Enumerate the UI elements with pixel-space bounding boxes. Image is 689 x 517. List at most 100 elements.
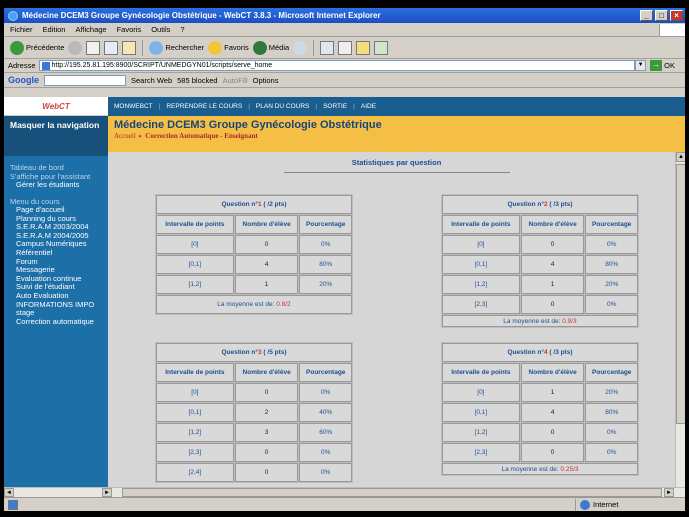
go-button[interactable]: → OK xyxy=(650,60,675,71)
vertical-scrollbar[interactable]: ▲ xyxy=(675,152,685,487)
menu-outils[interactable]: Outils xyxy=(151,25,170,34)
media-label: Média xyxy=(268,43,290,52)
nav-sortie[interactable]: SORTIE xyxy=(323,103,347,110)
breadcrumb-current: Correction Automatique - Enseignant xyxy=(145,132,258,140)
autofill-button[interactable]: AutoFill xyxy=(223,76,248,85)
menu-affichage[interactable]: Affichage xyxy=(75,25,106,34)
google-search-web-button[interactable]: Search Web xyxy=(131,76,172,85)
horizontal-scrollbar[interactable]: ◄ ► ► xyxy=(4,487,685,497)
table-row: [2,3] 0 0% xyxy=(442,443,638,462)
course-title: Médecine DCEM3 Groupe Gynécologie Obstét… xyxy=(114,119,382,131)
count-cell: 0 xyxy=(234,443,299,462)
question-prefix: Question n° xyxy=(221,201,258,208)
mean-label: La moyenne est de: xyxy=(503,317,561,325)
scroll-up-icon[interactable]: ▲ xyxy=(676,152,685,162)
count-cell: 1 xyxy=(234,275,299,294)
stop-button[interactable] xyxy=(86,40,101,55)
google-logo[interactable]: Google xyxy=(8,75,39,85)
sidebar-item[interactable]: Correction automatique xyxy=(4,317,108,327)
scroll-thumb[interactable] xyxy=(676,164,685,424)
nav-aide[interactable]: AIDE xyxy=(361,103,376,110)
count-cell: 0 xyxy=(520,443,585,462)
interval-cell: [0] xyxy=(156,235,234,254)
back-button[interactable]: Précédente xyxy=(10,40,65,55)
table-row: [0] 1 20% xyxy=(442,383,638,402)
table-row: [2,4] 0 0% xyxy=(156,463,352,482)
google-options-button[interactable]: Options xyxy=(253,76,279,85)
menu-fichier[interactable]: Fichier xyxy=(10,25,33,34)
question-prefix: Question n° xyxy=(507,201,544,208)
print-button[interactable] xyxy=(338,40,353,55)
maximize-button[interactable]: □ xyxy=(655,10,668,21)
back-label: Précédente xyxy=(26,43,65,52)
interval-cell: [1,2] xyxy=(442,423,520,442)
heading-divider xyxy=(283,172,510,173)
address-bar: Adresse http://195.25.81.195:8900/SCRIPT… xyxy=(4,59,685,73)
question-points: ( /3 pts) xyxy=(547,349,573,356)
popup-blocked-button[interactable]: 585 blocked xyxy=(177,76,217,85)
globe-icon xyxy=(580,499,590,510)
menu-edition[interactable]: Edition xyxy=(43,25,66,34)
interval-cell: [2,4] xyxy=(156,463,234,482)
address-dropdown-button[interactable]: ▼ xyxy=(635,60,647,71)
breadcrumb-home[interactable]: Accueil xyxy=(114,132,136,140)
scroll-right-icon[interactable]: ► xyxy=(102,488,112,497)
table-row: [0] 0 0% xyxy=(156,383,352,402)
address-label: Adresse xyxy=(8,61,36,70)
google-search-input[interactable] xyxy=(44,74,126,86)
folder-button[interactable] xyxy=(356,40,371,55)
scroll-left-icon[interactable]: ◄ xyxy=(4,488,14,497)
window-title: Médecine DCEM3 Groupe Gynécologie Obstét… xyxy=(22,11,381,20)
scroll-right-icon[interactable]: ► xyxy=(664,488,674,497)
toolbar-separator xyxy=(313,39,315,56)
refresh-button[interactable] xyxy=(104,40,119,55)
favorites-button[interactable]: Favoris xyxy=(208,40,249,55)
hide-navigation-link[interactable]: Masquer la navigation xyxy=(4,116,108,156)
sidebar-item[interactable]: Gérer les étudiants xyxy=(4,180,108,190)
column-header: Pourcentage xyxy=(585,215,638,234)
favorites-label: Favoris xyxy=(224,43,249,52)
percent-cell: 0% xyxy=(299,383,352,402)
mean-value: 0.25/3 xyxy=(560,465,579,473)
forward-button[interactable] xyxy=(68,40,83,55)
main-content: Médecine DCEM3 Groupe Gynécologie Obstét… xyxy=(108,116,685,487)
nav-divider: | xyxy=(315,103,318,110)
webct-logo[interactable]: WebCT xyxy=(4,97,108,116)
table-row: [2,3] 0 0% xyxy=(156,443,352,462)
interval-cell: [0,1] xyxy=(156,403,234,422)
nav-reprendre-cours[interactable]: REPRENDRE LE COURS xyxy=(166,103,242,110)
question-title: Question n°1 ( /2 pts) xyxy=(156,195,352,214)
messenger-button[interactable] xyxy=(374,40,389,55)
table-row: [1,2] 0 0% xyxy=(442,423,638,442)
table-row: [0,1] 4 80% xyxy=(442,403,638,422)
question-stats-table: Question n°1 ( /2 pts) Intervalle de poi… xyxy=(155,194,353,315)
close-button[interactable]: × xyxy=(670,10,683,21)
percent-cell: 80% xyxy=(585,255,638,274)
count-cell: 1 xyxy=(520,383,585,402)
nav-plan-cours[interactable]: PLAN DU COURS xyxy=(256,103,309,110)
minimize-button[interactable]: _ xyxy=(640,10,653,21)
menu-help[interactable]: ? xyxy=(180,25,184,34)
media-icon xyxy=(252,40,267,55)
search-button[interactable]: Rechercher xyxy=(149,40,204,55)
count-cell: 0 xyxy=(234,383,299,402)
mail-button[interactable] xyxy=(320,40,335,55)
toolbar-separator xyxy=(142,39,144,56)
webct-logo-text: WebCT xyxy=(42,101,70,111)
scroll-thumb[interactable] xyxy=(122,488,662,497)
question-stats-table: Question n°2 ( /3 pts) Intervalle de poi… xyxy=(441,194,639,328)
nav-monwebct[interactable]: MONWEBCT xyxy=(114,103,153,110)
mean-value: 0.8/2 xyxy=(276,301,291,308)
media-button[interactable]: Média xyxy=(252,40,290,55)
count-cell: 3 xyxy=(234,423,299,442)
address-input[interactable]: http://195.25.81.195:8900/SCRIPT/UNMEDGY… xyxy=(38,60,636,71)
percent-cell: 0% xyxy=(299,235,352,254)
mean-score: La moyenne est de: 0.9/3 xyxy=(442,315,638,327)
question-points: ( /2 pts) xyxy=(261,201,287,208)
mean-label: La moyenne est de: xyxy=(501,465,559,473)
webct-top-nav: WebCT MONWEBCT | REPRENDRE LE COURS | PLAN… xyxy=(4,97,685,116)
menu-favoris[interactable]: Favoris xyxy=(117,25,142,34)
status-bar: Internet xyxy=(4,497,685,511)
history-button[interactable] xyxy=(293,40,308,55)
home-button[interactable] xyxy=(122,40,137,55)
